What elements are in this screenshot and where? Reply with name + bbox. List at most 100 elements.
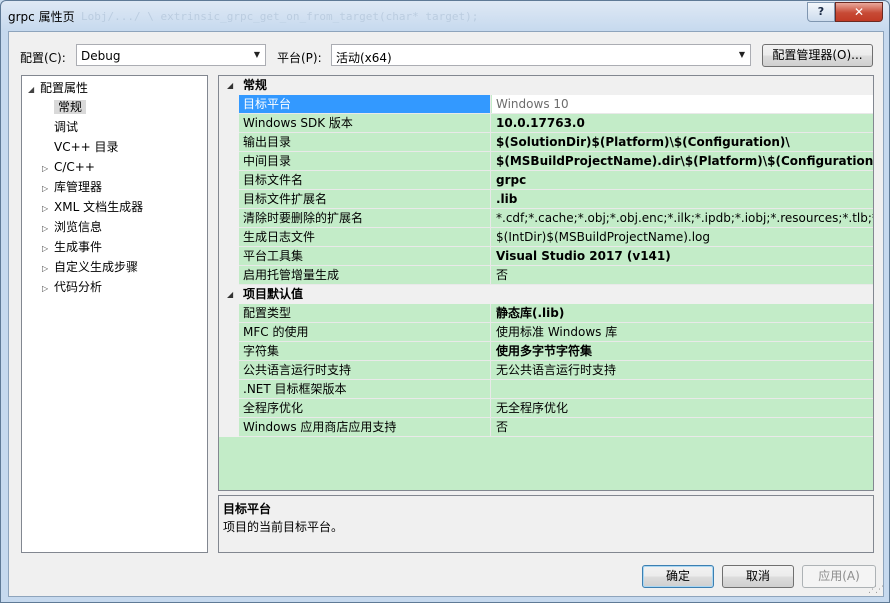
property-name[interactable]: Windows SDK 版本 [239,114,491,132]
property-value[interactable]: .lib [492,190,873,208]
cancel-button[interactable]: 取消 [722,565,794,588]
property-row[interactable]: 启用托管增量生成否 [219,266,873,285]
row-gutter [219,399,239,418]
property-value[interactable]: $(IntDir)$(MSBuildProjectName).log [492,228,873,246]
tree-item-label: 常规 [54,100,87,114]
property-row[interactable]: 清除时要删除的扩展名 *.cdf;*.cache;*.obj;*.obj.enc;… [219,209,873,228]
platform-select[interactable]: 活动(x64) ▼ [331,44,751,66]
property-value[interactable]: 10.0.17763.0 [492,114,873,132]
platform-select-value: 活动(x64) [336,51,392,65]
expand-arrow-icon[interactable]: ▷ [42,219,54,238]
property-name[interactable]: 目标文件扩展名 [239,190,491,208]
config-manager-button[interactable]: 配置管理器(O)... [762,44,873,67]
row-gutter [219,247,239,266]
tree-item[interactable]: ▷ 生成事件 [42,238,102,257]
property-value[interactable]: 否 [492,266,873,284]
tree-item[interactable]: ▷ C/C++ [42,158,95,177]
property-row[interactable]: 配置类型 静态库(.lib) [219,304,873,323]
property-row[interactable]: 公共语言运行时支持 无公共语言运行时支持 [219,361,873,380]
apply-button[interactable]: 应用(A) [802,565,876,588]
property-name[interactable]: Windows 应用商店应用支持 [239,418,491,436]
description-text: 项目的当前目标平台。 [223,520,344,534]
property-row[interactable]: .NET 目标框架版本 [219,380,873,399]
platform-label: 平台(P): [277,51,322,65]
property-grid[interactable]: ◢ 常规目标平台 Windows 10 Windows SDK 版本 10.0.1776… [218,75,874,491]
property-row[interactable]: 平台工具集 Visual Studio 2017 (v141) [219,247,873,266]
tree-item[interactable]: ▷ XML 文档生成器 [42,198,143,217]
property-value[interactable]: Visual Studio 2017 (v141) [492,247,873,265]
property-row[interactable]: 目标文件名 grpc [219,171,873,190]
property-value[interactable]: 静态库(.lib) [492,304,873,322]
tree-root[interactable]: ◢ 配置属性 [28,79,88,98]
expand-arrow-icon[interactable]: ▷ [42,259,54,278]
expand-arrow-icon[interactable]: ▷ [42,279,54,298]
tree-item[interactable]: 调试 [54,118,78,137]
property-name[interactable]: 平台工具集 [239,247,491,265]
property-name[interactable]: 全程序优化 [239,399,491,417]
category-row[interactable]: ◢ 常规 [219,76,873,95]
tree-item[interactable]: VC++ 目录 [54,138,119,157]
row-gutter [219,266,239,285]
category-row[interactable]: ◢ 项目默认值 [219,285,873,304]
property-name[interactable]: 清除时要删除的扩展名 [239,209,491,227]
category-name: 常规 [243,78,268,92]
title-bar[interactable]: grpc 属性页 Lobj/.../ \ extrinsic_grpc_get_… [1,1,889,31]
property-name[interactable]: .NET 目标框架版本 [239,380,491,398]
tree-item[interactable]: ▷ 库管理器 [42,178,102,197]
dialog-window: grpc 属性页 Lobj/.../ \ extrinsic_grpc_get_… [0,0,890,603]
property-name[interactable]: 配置类型 [239,304,491,322]
tree-item[interactable]: ▷ 浏览信息 [42,218,102,237]
property-row[interactable]: 全程序优化 无全程序优化 [219,399,873,418]
config-select[interactable]: Debug ▼ [76,44,266,66]
close-button[interactable]: ✕ [835,2,883,22]
property-value[interactable]: grpc [492,171,873,189]
property-row[interactable]: 输出目录 $(SolutionDir)$(Platform)\$(Configur… [219,133,873,152]
property-name[interactable]: 目标平台 [239,95,491,113]
property-value[interactable]: $(SolutionDir)$(Platform)\$(Configuratio… [492,133,873,151]
property-tree[interactable]: ◢ 配置属性 常规调试 VC++ 目录 ▷ C/C++ ▷ 库管理器 ▷ XML 文档生成器 ▷ 浏… [21,75,208,553]
collapse-arrow-icon[interactable]: ◢ [227,76,233,95]
property-row[interactable]: 生成日志文件 $(IntDir)$(MSBuildProjectName).log [219,228,873,247]
property-value[interactable]: 使用标准 Windows 库 [492,323,873,341]
property-name[interactable]: 启用托管增量生成 [239,266,491,284]
property-row[interactable]: 目标平台 Windows 10 [219,95,873,114]
property-value[interactable]: 否 [492,418,873,436]
config-select-value: Debug [81,49,121,63]
property-value[interactable]: Windows 10 [492,95,873,113]
property-name[interactable]: MFC 的使用 [239,323,491,341]
property-name[interactable]: 目标文件名 [239,171,491,189]
tree-item[interactable]: ▷ 自定义生成步骤 [42,258,138,277]
property-name[interactable]: 生成日志文件 [239,228,491,246]
row-gutter [219,342,239,361]
ok-button[interactable]: 确定 [642,565,714,588]
collapse-arrow-icon[interactable]: ◢ [28,80,40,99]
property-row[interactable]: 目标文件扩展名 .lib [219,190,873,209]
dialog-client: 配置(C): Debug ▼ 平台(P): 活动(x64) ▼ 配置管理器(O)… [8,31,884,597]
property-row[interactable]: MFC 的使用 使用标准 Windows 库 [219,323,873,342]
property-value[interactable]: 使用多字节字符集 [492,342,873,360]
collapse-arrow-icon[interactable]: ◢ [227,285,233,304]
property-value[interactable]: 无全程序优化 [492,399,873,417]
property-name[interactable]: 中间目录 [239,152,491,170]
property-row[interactable]: 字符集 使用多字节字符集 [219,342,873,361]
expand-arrow-icon[interactable]: ▷ [42,239,54,258]
property-value[interactable]: $(MSBuildProjectName).dir\$(Platform)\$(… [492,152,873,170]
property-name[interactable]: 字符集 [239,342,491,360]
property-value[interactable]: 无公共语言运行时支持 [492,361,873,379]
help-button[interactable]: ? [807,2,835,22]
property-value[interactable] [492,380,873,398]
property-row[interactable]: Windows SDK 版本 10.0.17763.0 [219,114,873,133]
tree-item-label: VC++ 目录 [54,140,119,154]
resize-grip-icon[interactable]: ⋰⋰ [868,585,884,595]
window-title: grpc 属性页 [8,10,75,24]
tree-item[interactable]: ▷ 代码分析 [42,278,102,297]
property-name[interactable]: 输出目录 [239,133,491,151]
property-row[interactable]: Windows 应用商店应用支持否 [219,418,873,437]
expand-arrow-icon[interactable]: ▷ [42,159,54,178]
property-name[interactable]: 公共语言运行时支持 [239,361,491,379]
property-value[interactable]: *.cdf;*.cache;*.obj;*.obj.enc;*.ilk;*.ip… [492,209,873,227]
tree-item[interactable]: 常规 [54,98,87,117]
property-row[interactable]: 中间目录 $(MSBuildProjectName).dir\$(Platform… [219,152,873,171]
expand-arrow-icon[interactable]: ▷ [42,199,54,218]
expand-arrow-icon[interactable]: ▷ [42,179,54,198]
